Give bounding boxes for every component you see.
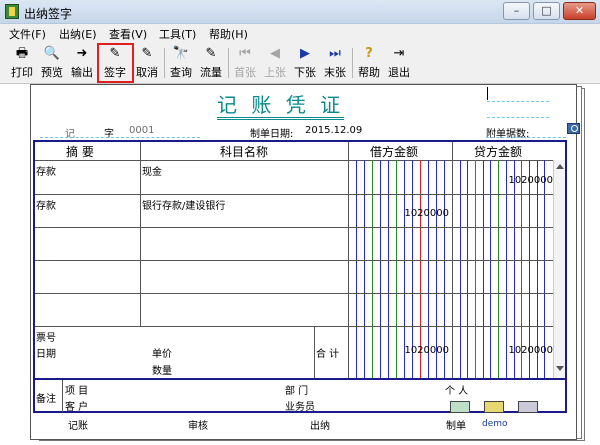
dept-label: 部 门 bbox=[285, 386, 309, 397]
flow-button[interactable]: ✎ 流量 bbox=[198, 44, 224, 82]
row2-account[interactable]: 银行存款/建设银行 bbox=[142, 197, 225, 212]
first-button[interactable]: ⏮ 首张 bbox=[232, 44, 258, 82]
next-icon: ▶ bbox=[300, 46, 310, 61]
cancel-sign-icon: ✎ bbox=[141, 46, 153, 61]
row1-summary[interactable]: 存款 bbox=[36, 163, 56, 178]
row-line bbox=[35, 260, 565, 261]
row1-account[interactable]: 现金 bbox=[142, 163, 162, 178]
cashier-label: 出纳 bbox=[310, 421, 330, 432]
qty-label: 数量 bbox=[152, 366, 172, 377]
dashed-line bbox=[487, 117, 549, 118]
row1-credit[interactable]: 1020000 bbox=[455, 175, 553, 186]
toolbar-separator bbox=[352, 48, 353, 78]
printer-icon: 🖶 bbox=[15, 46, 29, 61]
exit-icon: ⇥ bbox=[393, 46, 405, 61]
sign-button-highlight bbox=[97, 43, 134, 83]
toolbar-separator bbox=[228, 48, 229, 78]
text-cursor bbox=[487, 87, 488, 100]
menu-cashier[interactable]: 出纳(E) bbox=[59, 26, 97, 42]
voucher-number[interactable]: 0001 bbox=[129, 125, 154, 136]
row-line bbox=[35, 227, 565, 228]
dashed-line bbox=[487, 101, 549, 102]
next-button[interactable]: ▶ 下张 bbox=[292, 44, 318, 82]
row-line bbox=[35, 160, 565, 161]
row-line bbox=[35, 326, 565, 327]
toolbar: 🖶 打印 🔍 预览 ➜ 输出 ✎ 签字 ✎ 取消 🔭 查询 ✎ 流量 ⏮ 首张 ◀ 上张 ▶ 下张 … bbox=[0, 42, 600, 84]
prev-button[interactable]: ◀ 上张 bbox=[262, 44, 288, 82]
header-credit: 贷方金额 bbox=[474, 145, 523, 159]
row2-debit[interactable]: 1020000 bbox=[350, 208, 449, 219]
bookkeeper-label: 记账 bbox=[68, 421, 88, 432]
ticket-date-label: 日期 bbox=[36, 349, 56, 360]
total-credit: 1020000 bbox=[508, 345, 553, 356]
print-button[interactable]: 🖶 打印 bbox=[9, 44, 35, 82]
header-summary: 摘 要 bbox=[66, 145, 94, 159]
price-label: 单价 bbox=[152, 349, 172, 360]
row-line bbox=[35, 194, 565, 195]
camera-icon[interactable] bbox=[484, 401, 504, 413]
row-line bbox=[35, 293, 565, 294]
window-title: 出纳签字 bbox=[24, 7, 73, 21]
total-label: 合 计 bbox=[316, 349, 340, 360]
col-line bbox=[62, 380, 63, 412]
voucher-title: 记 账 凭 证 bbox=[217, 93, 345, 120]
scroll-up-icon[interactable] bbox=[556, 164, 564, 169]
row2-summary[interactable]: 存款 bbox=[36, 197, 56, 212]
total-debit: 1020000 bbox=[404, 345, 449, 356]
flow-icon: ✎ bbox=[205, 46, 217, 61]
ticket-label: 票号 bbox=[36, 333, 56, 344]
export-button[interactable]: ➜ 输出 bbox=[69, 44, 95, 82]
project-label: 项 目 bbox=[65, 386, 89, 397]
prev-icon: ◀ bbox=[270, 46, 280, 61]
title-bar: 出纳签字 – □ ✕ bbox=[0, 0, 600, 24]
vertical-scrollbar[interactable] bbox=[553, 160, 565, 378]
maker-name: demo bbox=[482, 419, 508, 429]
col-line bbox=[314, 326, 315, 378]
export-icon: ➜ bbox=[76, 46, 88, 61]
card-icon[interactable] bbox=[450, 401, 470, 413]
header-debit: 借方金额 bbox=[370, 145, 419, 159]
date-label: 制单日期: bbox=[250, 129, 294, 140]
menu-tools[interactable]: 工具(T) bbox=[159, 26, 196, 42]
menu-bar: 文件(F) 出纳(E) 查看(V) 工具(T) 帮助(H) bbox=[0, 24, 600, 42]
minimize-button[interactable]: – bbox=[503, 2, 530, 20]
staff-label: 业务员 bbox=[285, 402, 315, 413]
maximize-button[interactable]: □ bbox=[533, 2, 560, 20]
dashed-line bbox=[40, 137, 200, 138]
header-account: 科目名称 bbox=[220, 145, 269, 159]
scroll-down-icon[interactable] bbox=[556, 366, 564, 371]
date-value[interactable]: 2015.12.09 bbox=[305, 125, 362, 136]
last-icon: ⏭ bbox=[329, 46, 341, 61]
menu-help[interactable]: 帮助(H) bbox=[209, 26, 248, 42]
search-icon[interactable] bbox=[567, 123, 580, 134]
dashed-line bbox=[486, 137, 566, 138]
col-line bbox=[140, 142, 141, 326]
reviewer-label: 审核 bbox=[188, 421, 208, 432]
preview-icon: 🔍 bbox=[43, 46, 61, 61]
app-icon bbox=[5, 4, 19, 19]
help-icon: ? bbox=[365, 46, 373, 61]
last-button[interactable]: ⏭ 末张 bbox=[322, 44, 348, 82]
binoculars-icon: 🔭 bbox=[172, 46, 190, 61]
menu-view[interactable]: 查看(V) bbox=[109, 26, 147, 42]
preview-button[interactable]: 🔍 预览 bbox=[39, 44, 65, 82]
person-label: 个 人 bbox=[445, 386, 469, 397]
query-button[interactable]: 🔭 查询 bbox=[168, 44, 194, 82]
first-icon: ⏮ bbox=[239, 46, 251, 61]
customer-label: 客 户 bbox=[65, 402, 89, 413]
toolbar-separator bbox=[164, 48, 165, 78]
row-line bbox=[35, 378, 565, 380]
image-icon[interactable] bbox=[518, 401, 538, 413]
cancel-sign-button[interactable]: ✎ 取消 bbox=[134, 44, 160, 82]
help-button[interactable]: ? 帮助 bbox=[356, 44, 382, 82]
menu-file[interactable]: 文件(F) bbox=[9, 26, 46, 42]
remark-label: 备注 bbox=[36, 394, 56, 405]
close-button[interactable]: ✕ bbox=[563, 2, 596, 20]
exit-button[interactable]: ⇥ 退出 bbox=[386, 44, 412, 82]
maker-label: 制单 bbox=[446, 421, 466, 432]
